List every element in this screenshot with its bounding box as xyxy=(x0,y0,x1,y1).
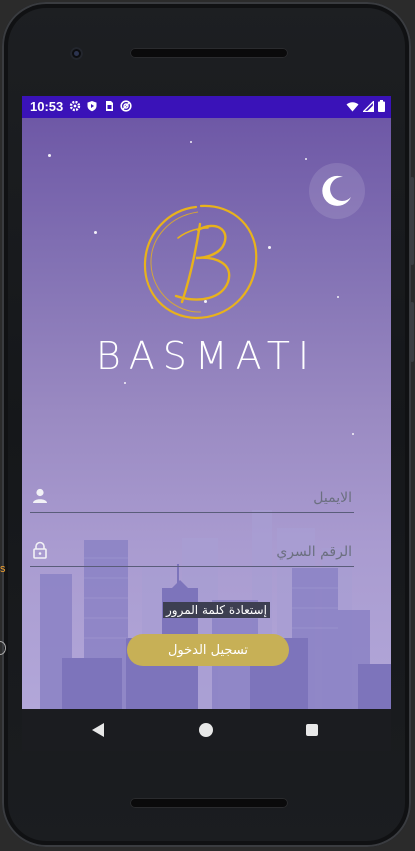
lock-icon xyxy=(33,541,47,559)
power-button xyxy=(410,177,414,265)
password-input[interactable] xyxy=(60,538,354,566)
login-button[interactable]: تسجيل الدخول xyxy=(127,634,289,666)
star-decoration xyxy=(268,246,271,249)
front-camera xyxy=(70,47,83,60)
star-decoration xyxy=(352,433,354,435)
email-field xyxy=(30,482,354,513)
earpiece-speaker xyxy=(130,48,288,58)
brand-name: BASMATI xyxy=(95,334,318,378)
wifi-icon xyxy=(346,100,359,115)
star-decoration xyxy=(337,296,339,298)
email-input[interactable] xyxy=(60,484,354,512)
city-skyline-illustration xyxy=(40,510,391,709)
star-decoration xyxy=(94,231,97,234)
status-time: 10:53 xyxy=(30,99,64,114)
navigation-bar xyxy=(22,709,391,751)
star-decoration xyxy=(305,158,307,160)
no-disturb-icon xyxy=(120,100,132,112)
forgot-password-link[interactable]: إستعادة كلمة المرور xyxy=(163,602,270,618)
star-decoration xyxy=(124,382,126,384)
bottom-speaker xyxy=(130,798,288,808)
edge-fragment-text: s xyxy=(0,563,6,575)
back-icon[interactable] xyxy=(92,723,104,737)
star-decoration xyxy=(190,141,192,143)
signal-icon xyxy=(361,99,375,115)
moon-icon xyxy=(322,175,351,206)
sim-card-icon xyxy=(103,100,115,112)
home-icon[interactable] xyxy=(199,723,213,737)
login-screen: BASMATI الايميل إستعادة كلمة المرور تسجي… xyxy=(22,118,391,709)
device-screen: 10:53 BASMATI الايميل إستعادة كلمة المرو… xyxy=(22,96,391,709)
brand-logo xyxy=(143,204,258,320)
recents-icon[interactable] xyxy=(306,724,318,736)
password-field xyxy=(30,536,354,567)
shield-icon xyxy=(86,100,98,112)
user-icon xyxy=(33,488,47,503)
battery-icon xyxy=(378,100,385,115)
settings-icon xyxy=(69,100,81,112)
volume-button xyxy=(410,302,414,362)
star-decoration xyxy=(48,154,51,157)
status-bar: 10:53 xyxy=(22,96,391,118)
